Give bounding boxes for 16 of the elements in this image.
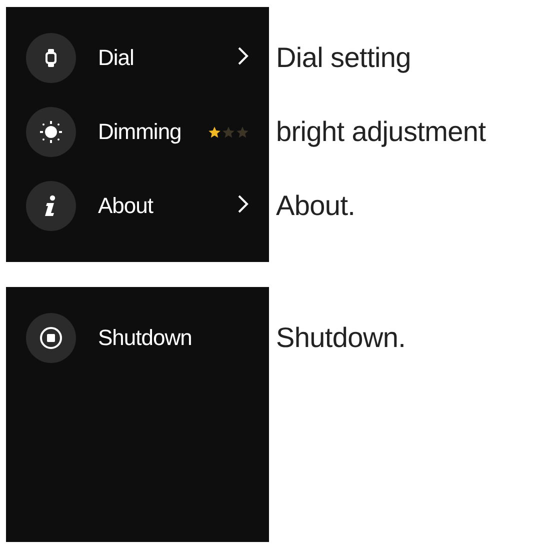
caption: Dial setting (276, 41, 412, 75)
stop-icon (39, 326, 63, 350)
info-icon (44, 195, 58, 217)
menu-item-label[interactable]: Dimming (98, 119, 208, 145)
star-icon (208, 126, 221, 138)
caption: Shutdown. (276, 321, 406, 355)
star-icon (236, 126, 249, 138)
caption: About. (276, 189, 356, 223)
chevron-right-icon (237, 46, 249, 66)
chevron-right-icon (237, 194, 249, 214)
star-icon (222, 126, 235, 138)
caption: bright adjustment (276, 115, 486, 149)
menu-item-label[interactable]: Shutdown (98, 325, 249, 351)
sun-icon (39, 120, 63, 144)
menu-item-label[interactable]: About (98, 193, 237, 219)
menu-item-label[interactable]: Dial (98, 45, 237, 71)
